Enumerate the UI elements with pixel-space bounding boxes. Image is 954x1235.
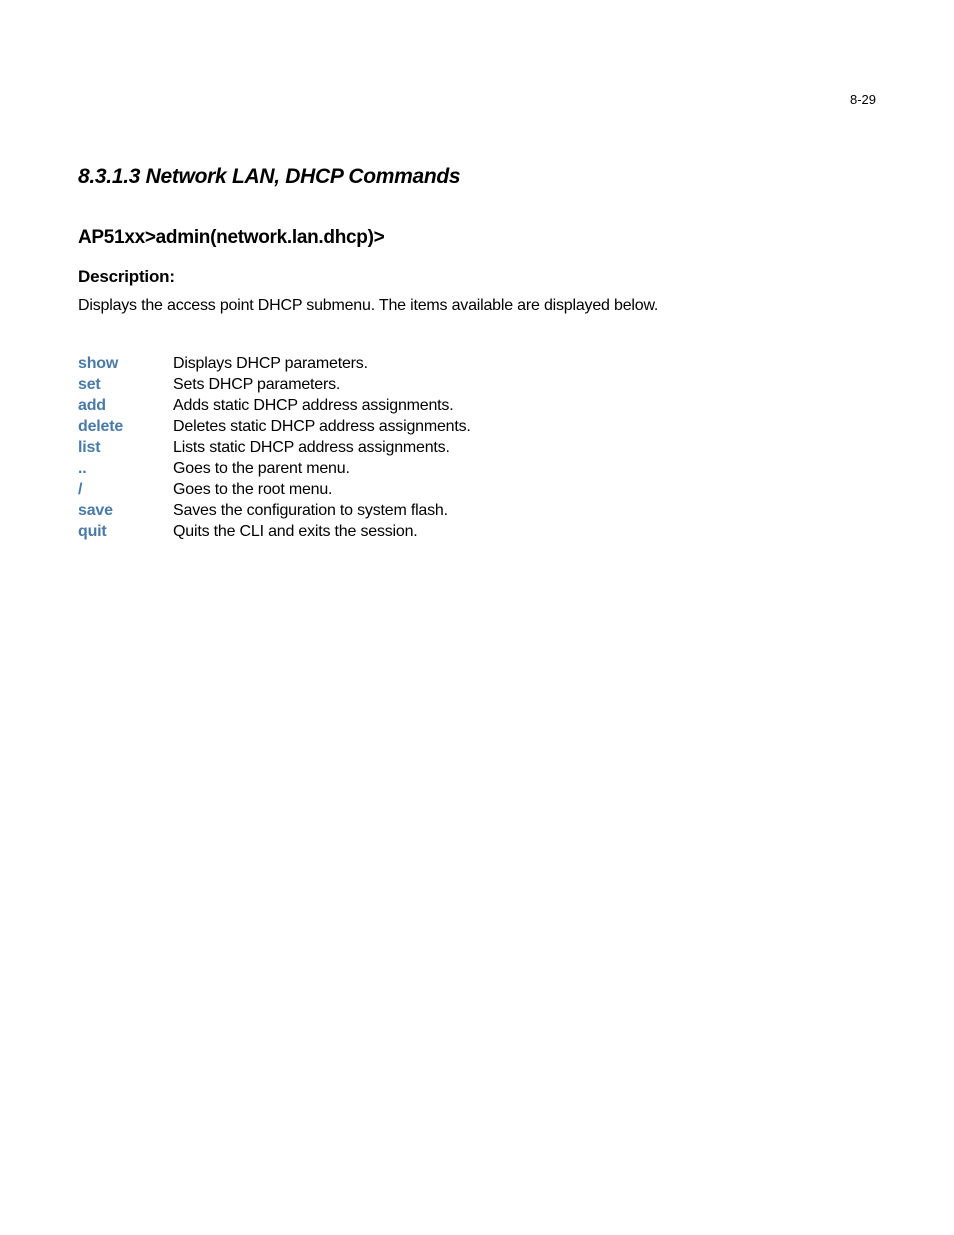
command-desc: Goes to the parent menu. xyxy=(173,460,471,481)
command-desc: Deletes static DHCP address assignments. xyxy=(173,418,471,439)
prompt-heading: AP51xx>admin(network.lan.dhcp)> xyxy=(78,227,876,249)
command-desc: Displays DHCP parameters. xyxy=(173,355,471,376)
command-name: .. xyxy=(78,460,173,481)
command-name: add xyxy=(78,397,173,418)
command-row: set Sets DHCP parameters. xyxy=(78,376,471,397)
page-number: 8-29 xyxy=(850,92,876,107)
command-name: quit xyxy=(78,523,173,544)
command-name: list xyxy=(78,439,173,460)
command-name: show xyxy=(78,355,173,376)
command-name: save xyxy=(78,502,173,523)
command-row: add Adds static DHCP address assignments… xyxy=(78,397,471,418)
command-name: delete xyxy=(78,418,173,439)
command-desc: Quits the CLI and exits the session. xyxy=(173,523,471,544)
command-desc: Adds static DHCP address assignments. xyxy=(173,397,471,418)
command-row: .. Goes to the parent menu. xyxy=(78,460,471,481)
command-name: set xyxy=(78,376,173,397)
command-row: list Lists static DHCP address assignmen… xyxy=(78,439,471,460)
command-desc: Sets DHCP parameters. xyxy=(173,376,471,397)
command-table: show Displays DHCP parameters. set Sets … xyxy=(78,355,471,544)
command-row: quit Quits the CLI and exits the session… xyxy=(78,523,471,544)
command-row: / Goes to the root menu. xyxy=(78,481,471,502)
command-row: save Saves the configuration to system f… xyxy=(78,502,471,523)
description-label: Description: xyxy=(78,267,876,287)
description-text: Displays the access point DHCP submenu. … xyxy=(78,297,876,315)
section-heading: 8.3.1.3 Network LAN, DHCP Commands xyxy=(78,165,876,189)
content-area: 8.3.1.3 Network LAN, DHCP Commands AP51x… xyxy=(78,165,876,544)
command-desc: Saves the configuration to system flash. xyxy=(173,502,471,523)
command-row: delete Deletes static DHCP address assig… xyxy=(78,418,471,439)
command-row: show Displays DHCP parameters. xyxy=(78,355,471,376)
command-name: / xyxy=(78,481,173,502)
command-desc: Goes to the root menu. xyxy=(173,481,471,502)
command-desc: Lists static DHCP address assignments. xyxy=(173,439,471,460)
